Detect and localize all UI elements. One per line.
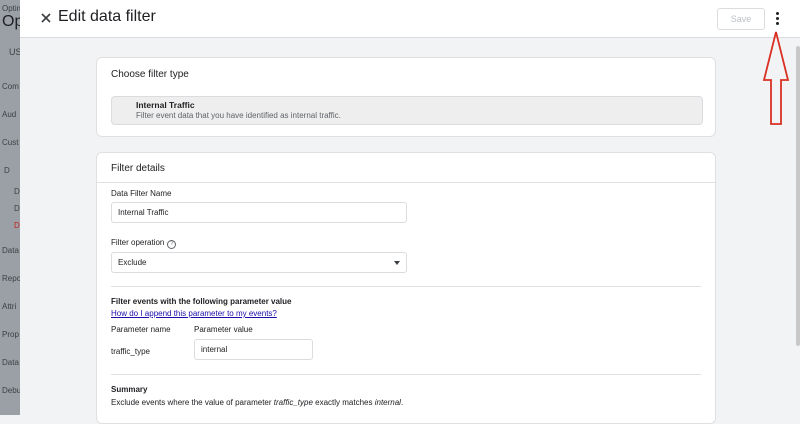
operation-label-text: Filter operation bbox=[111, 238, 165, 247]
param-value-header: Parameter value bbox=[194, 325, 253, 334]
bg-item: Cust bbox=[2, 138, 19, 147]
divider bbox=[111, 374, 701, 375]
operation-selected-value: Exclude bbox=[118, 258, 147, 267]
param-name-header: Parameter name bbox=[111, 325, 171, 334]
bg-item: D bbox=[4, 166, 10, 175]
bg-item: Opt bbox=[2, 13, 20, 30]
annotation-arrow-icon bbox=[762, 31, 790, 125]
panel-header: Edit data filter Save bbox=[20, 0, 800, 38]
help-icon[interactable]: ? bbox=[167, 240, 177, 249]
summary-param: traffic_type bbox=[273, 398, 313, 407]
param-section-title: Filter events with the following paramet… bbox=[111, 297, 292, 306]
param-value-input[interactable]: internal bbox=[194, 339, 313, 360]
filter-details-card: Filter details Data Filter Name Internal… bbox=[96, 152, 716, 424]
bg-item: Attri bbox=[2, 302, 17, 311]
filter-name-input[interactable]: Internal Traffic bbox=[111, 202, 407, 223]
chevron-down-icon bbox=[394, 261, 400, 265]
bg-item: Aud bbox=[2, 110, 17, 119]
summary-text: Exclude events where the value of parame… bbox=[111, 398, 403, 407]
summary-prefix: Exclude events where the value of parame… bbox=[111, 398, 274, 407]
filter-type-card: Choose filter type Internal Traffic Filt… bbox=[96, 57, 716, 137]
param-help-link[interactable]: How do I append this parameter to my eve… bbox=[111, 309, 277, 318]
divider bbox=[111, 286, 701, 287]
summary-value: internal bbox=[374, 398, 401, 407]
filter-type-option[interactable]: Internal Traffic Filter event data that … bbox=[111, 96, 703, 125]
close-button[interactable] bbox=[36, 8, 56, 28]
bg-item: Com bbox=[2, 82, 19, 91]
name-label: Data Filter Name bbox=[111, 189, 172, 198]
divider bbox=[97, 182, 715, 183]
background-app-sidebar: Optim Opt US Com Aud Cust D D D D Data R… bbox=[0, 0, 20, 415]
summary-title: Summary bbox=[111, 385, 148, 394]
bg-item: Optim bbox=[2, 4, 20, 13]
bg-item: D bbox=[14, 187, 20, 196]
close-icon bbox=[41, 13, 51, 23]
card-title: Filter details bbox=[111, 163, 165, 174]
save-button[interactable]: Save bbox=[717, 8, 765, 30]
page-title: Edit data filter bbox=[58, 8, 156, 25]
scrollbar[interactable] bbox=[796, 38, 800, 415]
edit-data-filter-panel: Edit data filter Save Choose filter type… bbox=[20, 0, 800, 424]
filter-type-name: Internal Traffic bbox=[136, 100, 195, 110]
bg-item: Debu bbox=[2, 386, 20, 395]
bg-item: Repo bbox=[2, 274, 20, 283]
param-name-value: traffic_type bbox=[111, 347, 150, 356]
summary-suffix: . bbox=[400, 398, 404, 407]
bg-item: Data bbox=[2, 358, 19, 367]
bg-item: D bbox=[14, 204, 20, 213]
bg-item: Data bbox=[2, 246, 19, 255]
bg-item: US bbox=[9, 47, 20, 57]
filter-operation-select[interactable]: Exclude bbox=[111, 252, 407, 273]
bg-item: D bbox=[14, 221, 20, 230]
filter-type-description: Filter event data that you have identifi… bbox=[136, 111, 341, 120]
more-options-button[interactable] bbox=[772, 8, 784, 28]
card-title: Choose filter type bbox=[111, 69, 189, 80]
operation-label: Filter operation? bbox=[111, 238, 177, 249]
bg-item: Prop bbox=[2, 330, 19, 339]
summary-middle: exactly matches bbox=[312, 398, 375, 407]
